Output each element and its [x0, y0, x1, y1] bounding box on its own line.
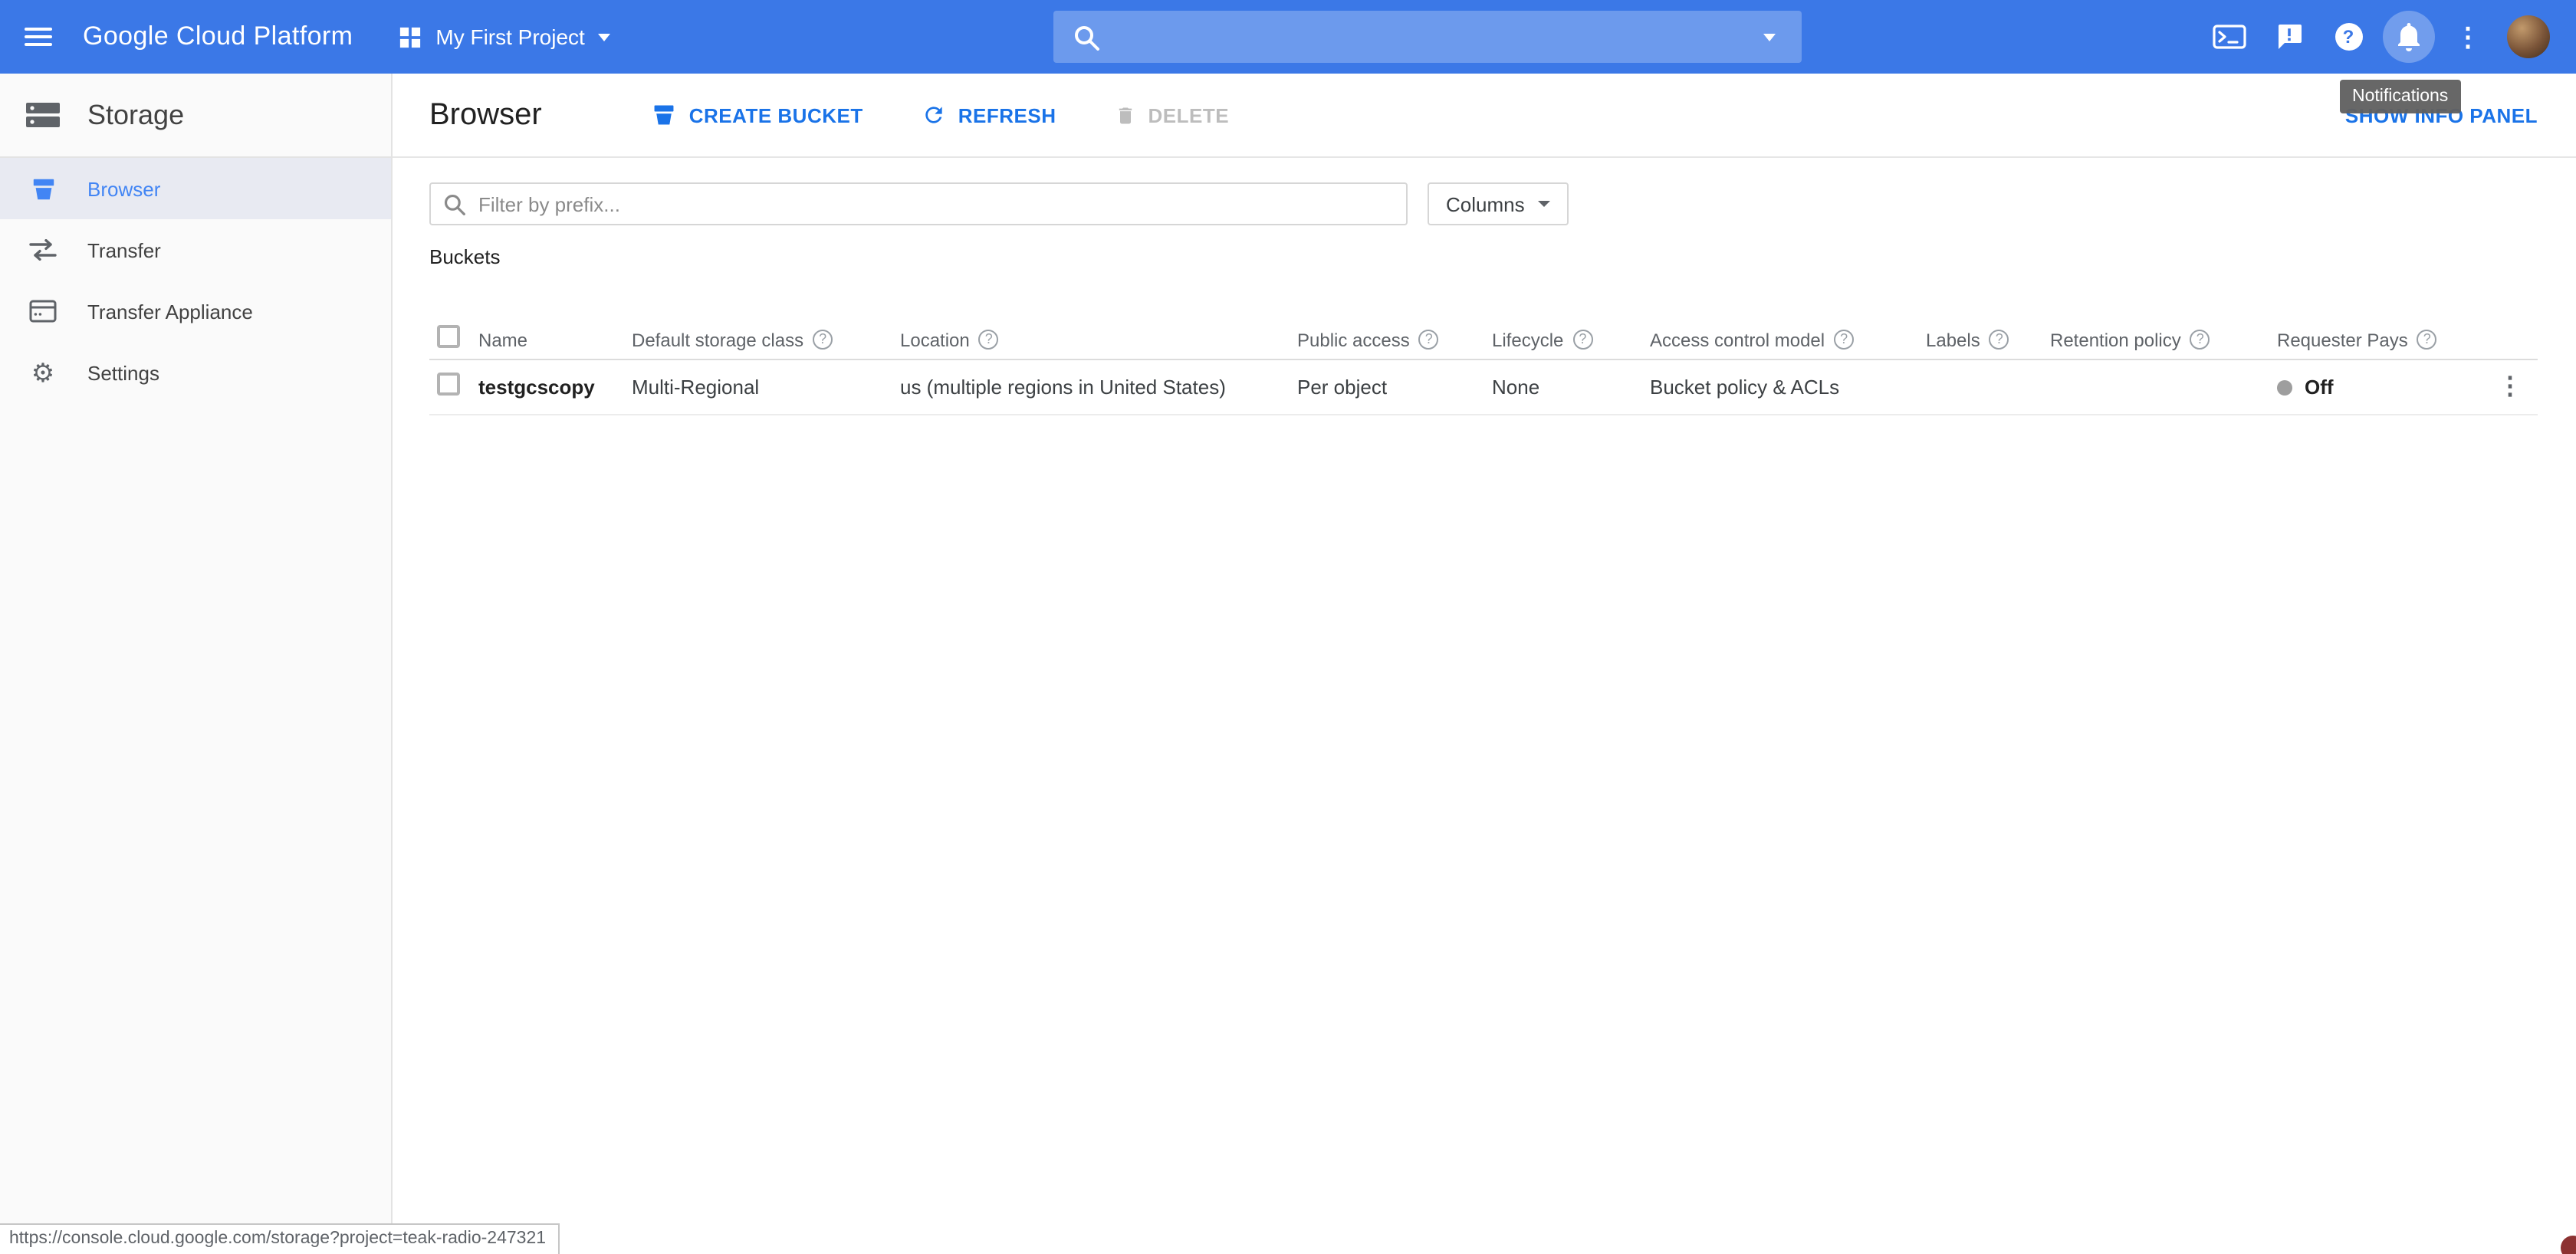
help-icon[interactable]: ? — [1834, 330, 1854, 350]
search-icon — [1073, 24, 1099, 50]
select-all-checkbox[interactable] — [437, 324, 460, 347]
search-dropdown-button[interactable] — [1737, 11, 1802, 63]
column-header-name: Name — [478, 329, 632, 350]
filter-box[interactable] — [429, 182, 1408, 225]
sidebar-item-label: Transfer — [87, 238, 161, 261]
page-title: Browser — [429, 97, 542, 133]
sidebar-nav: Browser Transfer Transfer Appliance ⚙ Se… — [0, 158, 391, 403]
table-header-row: Name Default storage class ? Location ? … — [429, 320, 2538, 360]
refresh-icon — [922, 103, 946, 127]
notifications-button[interactable] — [2378, 0, 2438, 74]
help-icon[interactable]: ? — [2417, 330, 2437, 350]
sidebar-item-settings[interactable]: ⚙ Settings — [0, 342, 391, 403]
sidebar-item-label: Transfer Appliance — [87, 300, 253, 323]
column-header-lifecycle: Lifecycle ? — [1492, 329, 1650, 350]
cell-access-control: Bucket policy & ACLs — [1650, 376, 1926, 399]
column-header-requester-pays: Requester Pays ? — [2277, 329, 2476, 350]
chevron-down-icon — [1763, 33, 1776, 41]
search-icon — [443, 192, 466, 215]
cell-location: us (multiple regions in United States) — [900, 376, 1297, 399]
help-icon[interactable]: ? — [813, 330, 833, 350]
refresh-button[interactable]: REFRESH — [922, 103, 1056, 127]
sidebar: Storage Browser Transfer Transfer Applia… — [0, 74, 393, 1254]
sidebar-item-label: Browser — [87, 177, 160, 200]
sidebar-item-browser[interactable]: Browser — [0, 158, 391, 219]
delete-button[interactable]: DELETE — [1115, 103, 1230, 126]
content-body: Columns Buckets Name Default storage cla… — [393, 158, 2576, 415]
table-row[interactable]: testgcscopy Multi-Regional us (multiple … — [429, 360, 2538, 415]
hamburger-icon — [25, 28, 52, 46]
column-header-public-access: Public access ? — [1297, 329, 1492, 350]
sidebar-header: Storage — [0, 74, 391, 158]
gcp-logo[interactable]: Google Cloud Platform — [83, 21, 353, 52]
cell-public-access: Per object — [1297, 376, 1492, 399]
project-icon — [399, 25, 422, 48]
help-icon[interactable]: ? — [1572, 330, 1592, 350]
content-header: Browser CREATE BUCKET REFRESH — [393, 74, 2576, 158]
bell-icon — [2394, 21, 2422, 52]
bucket-icon — [25, 176, 61, 202]
sidebar-item-label: Settings — [87, 361, 159, 384]
column-header-storage-class: Default storage class ? — [632, 329, 900, 350]
column-header-location: Location ? — [900, 329, 1297, 350]
header-checkbox-cell — [429, 324, 478, 355]
chevron-down-icon — [1539, 201, 1551, 207]
trash-icon — [1115, 103, 1136, 126]
account-button[interactable] — [2498, 0, 2558, 74]
cell-storage-class: Multi-Regional — [632, 376, 900, 399]
project-selector[interactable]: My First Project — [399, 25, 610, 49]
row-menu-cell: ⋮ — [2476, 375, 2538, 399]
columns-dropdown-button[interactable]: Columns — [1428, 182, 1569, 225]
cell-lifecycle: None — [1492, 376, 1650, 399]
storage-product-icon — [25, 100, 61, 130]
avatar — [2506, 15, 2549, 58]
filter-row: Columns — [429, 182, 2538, 225]
project-name: My First Project — [435, 25, 584, 49]
topbar-actions: ? ⋮ — [2199, 0, 2558, 74]
transfer-arrows-icon — [25, 239, 61, 261]
sidebar-item-transfer[interactable]: Transfer — [0, 219, 391, 281]
link-status-bar: https://console.cloud.google.com/storage… — [0, 1223, 560, 1254]
column-header-labels: Labels ? — [1926, 329, 2050, 350]
more-vert-icon: ⋮ — [2455, 24, 2481, 50]
buckets-table: Name Default storage class ? Location ? … — [429, 320, 2538, 415]
chevron-down-icon — [599, 33, 611, 41]
column-header-access-control: Access control model ? — [1650, 329, 1926, 350]
filter-by-prefix-input[interactable] — [478, 192, 1394, 215]
create-bucket-button[interactable]: CREATE BUCKET — [652, 103, 863, 127]
bucket-add-icon — [652, 103, 677, 127]
column-header-retention: Retention policy ? — [2050, 329, 2277, 350]
sidebar-title: Storage — [87, 99, 184, 131]
help-icon: ? — [2334, 23, 2362, 51]
buckets-section-label: Buckets — [429, 245, 2538, 268]
action-toolbar: CREATE BUCKET REFRESH DELETE — [652, 103, 1229, 127]
appliance-icon — [25, 299, 61, 323]
cloud-shell-icon — [2212, 25, 2246, 49]
feedback-icon — [2275, 23, 2302, 51]
gear-icon: ⚙ — [25, 359, 61, 386]
help-icon[interactable]: ? — [2190, 330, 2210, 350]
search-input[interactable] — [1099, 25, 1737, 49]
help-button[interactable]: ? — [2318, 0, 2378, 74]
gcp-console: Google Cloud Platform My First Project — [0, 0, 2576, 1254]
global-search[interactable] — [1053, 11, 1802, 63]
help-icon[interactable]: ? — [979, 330, 999, 350]
main-content: Browser CREATE BUCKET REFRESH — [393, 74, 2576, 1254]
row-checkbox[interactable] — [437, 372, 460, 395]
more-options-button[interactable]: ⋮ — [2438, 0, 2498, 74]
help-icon[interactable]: ? — [1990, 330, 2009, 350]
cell-requester-pays: Off — [2277, 376, 2476, 399]
notifications-tooltip: Notifications — [2340, 80, 2460, 113]
row-checkbox-cell — [429, 372, 478, 402]
feedback-button[interactable] — [2259, 0, 2318, 74]
bucket-name-link[interactable]: testgcscopy — [478, 376, 632, 399]
hamburger-menu-button[interactable] — [0, 0, 77, 74]
row-menu-button[interactable]: ⋮ — [2498, 375, 2522, 399]
help-icon[interactable]: ? — [1419, 330, 1439, 350]
sidebar-item-transfer-appliance[interactable]: Transfer Appliance — [0, 281, 391, 342]
cloud-shell-button[interactable] — [2199, 0, 2259, 74]
top-app-bar: Google Cloud Platform My First Project — [0, 0, 2576, 74]
status-off-dot — [2277, 379, 2292, 395]
